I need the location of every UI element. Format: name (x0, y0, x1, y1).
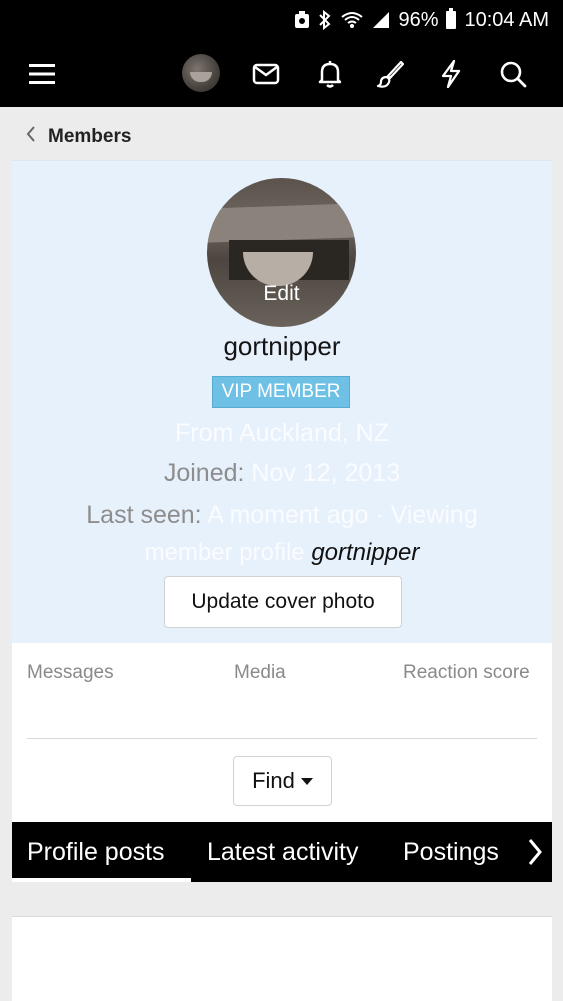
profile-header: Edit gortnipper VIP MEMBER From Auckland… (12, 160, 552, 643)
breadcrumb-label: Members (48, 126, 132, 147)
status-bar: 96% 10:04 AM (0, 0, 563, 40)
last-seen-row: Last seen: A moment ago · Viewing (12, 501, 552, 530)
stat-messages-label: Messages (27, 662, 114, 683)
divider (27, 738, 537, 739)
lightning-icon[interactable] (427, 40, 475, 107)
menu-icon[interactable] (18, 40, 66, 107)
bell-icon[interactable] (306, 40, 354, 107)
brush-icon[interactable] (366, 40, 414, 107)
last-seen-row-2: member profile gortnipper (12, 539, 552, 567)
wifi-icon (340, 11, 364, 29)
update-cover-photo-button[interactable]: Update cover photo (164, 576, 402, 628)
profile-stats: Messages Media Reaction score Find (12, 643, 552, 823)
profile-tabs: Profile posts Latest activity Postings (12, 822, 552, 882)
profile-location: From Auckland, NZ (175, 419, 389, 447)
active-tab-indicator (12, 878, 191, 882)
avatar-edit-label[interactable]: Edit (207, 282, 356, 306)
clock: 10:04 AM (464, 8, 549, 31)
profile-username: gortnipper (223, 331, 341, 361)
joined-label: Joined: (163, 459, 245, 487)
top-navbar (0, 40, 563, 107)
joined-row: Joined: Nov 12, 2013 (12, 459, 552, 488)
last-seen-user-link[interactable]: gortnipper (311, 539, 419, 566)
user-title-badge: VIP MEMBER (212, 376, 350, 408)
tab-content-panel (12, 916, 552, 1001)
find-button-label: Find (252, 768, 295, 793)
find-button[interactable]: Find (233, 756, 332, 806)
breadcrumb[interactable]: Members (26, 122, 131, 152)
tab-postings[interactable]: Postings (403, 822, 499, 882)
search-icon[interactable] (489, 40, 537, 107)
last-seen-activity: member profile (144, 539, 305, 566)
last-seen-label: Last seen: (86, 501, 202, 529)
profile-avatar[interactable]: Edit (207, 178, 356, 327)
recycle-icon (294, 11, 310, 29)
mail-icon[interactable] (242, 40, 290, 107)
chevron-right-icon[interactable] (518, 822, 552, 882)
caret-down-icon (300, 777, 313, 785)
chevron-left-icon (26, 126, 36, 148)
battery-percent: 96% (398, 8, 439, 31)
joined-value: Nov 12, 2013 (251, 459, 401, 487)
last-seen-value: A moment ago · Viewing (207, 501, 478, 529)
stat-reaction-score-label: Reaction score (403, 662, 530, 683)
tab-profile-posts[interactable]: Profile posts (27, 822, 165, 882)
signal-icon (372, 11, 390, 29)
tab-latest-activity[interactable]: Latest activity (207, 822, 358, 882)
battery-icon (446, 8, 457, 29)
avatar[interactable] (182, 54, 220, 92)
stat-media-label: Media (234, 662, 286, 683)
bluetooth-icon (318, 10, 332, 30)
